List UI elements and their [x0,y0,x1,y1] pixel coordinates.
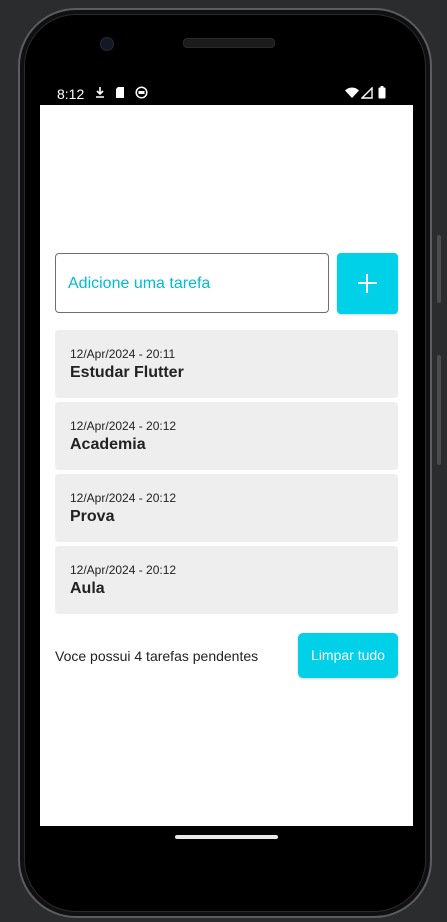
cell-signal-icon [360,86,373,104]
front-camera [100,37,114,51]
wifi-icon [345,86,359,104]
home-indicator[interactable] [175,835,278,839]
task-item[interactable]: 12/Apr/2024 - 20:12 Academia [55,402,398,470]
task-input-container[interactable] [55,253,329,314]
app-notification-icon [135,86,148,104]
task-list: 12/Apr/2024 - 20:11 Estudar Flutter 12/A… [55,330,398,618]
volume-button [437,355,441,465]
status-bar: 8:12 [40,80,413,105]
download-icon [95,86,105,104]
task-item[interactable]: 12/Apr/2024 - 20:11 Estudar Flutter [55,330,398,398]
task-title: Estudar Flutter [70,364,184,381]
pending-count-text: Voce possui 4 tarefas pendentes [55,648,259,664]
app-screen: 12/Apr/2024 - 20:11 Estudar Flutter 12/A… [40,105,413,826]
task-input[interactable] [66,254,320,314]
sd-card-icon [115,86,125,104]
device-stage: 8:12 12/Apr/2024 [0,0,447,922]
task-title: Academia [70,436,146,453]
add-task-button[interactable] [337,253,398,314]
power-button [437,235,441,303]
status-time: 8:12 [57,86,85,102]
task-date: 12/Apr/2024 - 20:11 [70,347,176,361]
clear-all-button[interactable]: Limpar tudo [298,633,398,678]
task-item[interactable]: 12/Apr/2024 - 20:12 Prova [55,474,398,542]
task-item[interactable]: 12/Apr/2024 - 20:12 Aula [55,546,398,614]
task-date: 12/Apr/2024 - 20:12 [70,491,177,505]
battery-icon [378,86,386,104]
task-title: Aula [70,580,105,597]
task-title: Prova [70,508,115,525]
earpiece-speaker [183,38,275,48]
task-date: 12/Apr/2024 - 20:12 [70,563,177,577]
task-date: 12/Apr/2024 - 20:12 [70,419,177,433]
